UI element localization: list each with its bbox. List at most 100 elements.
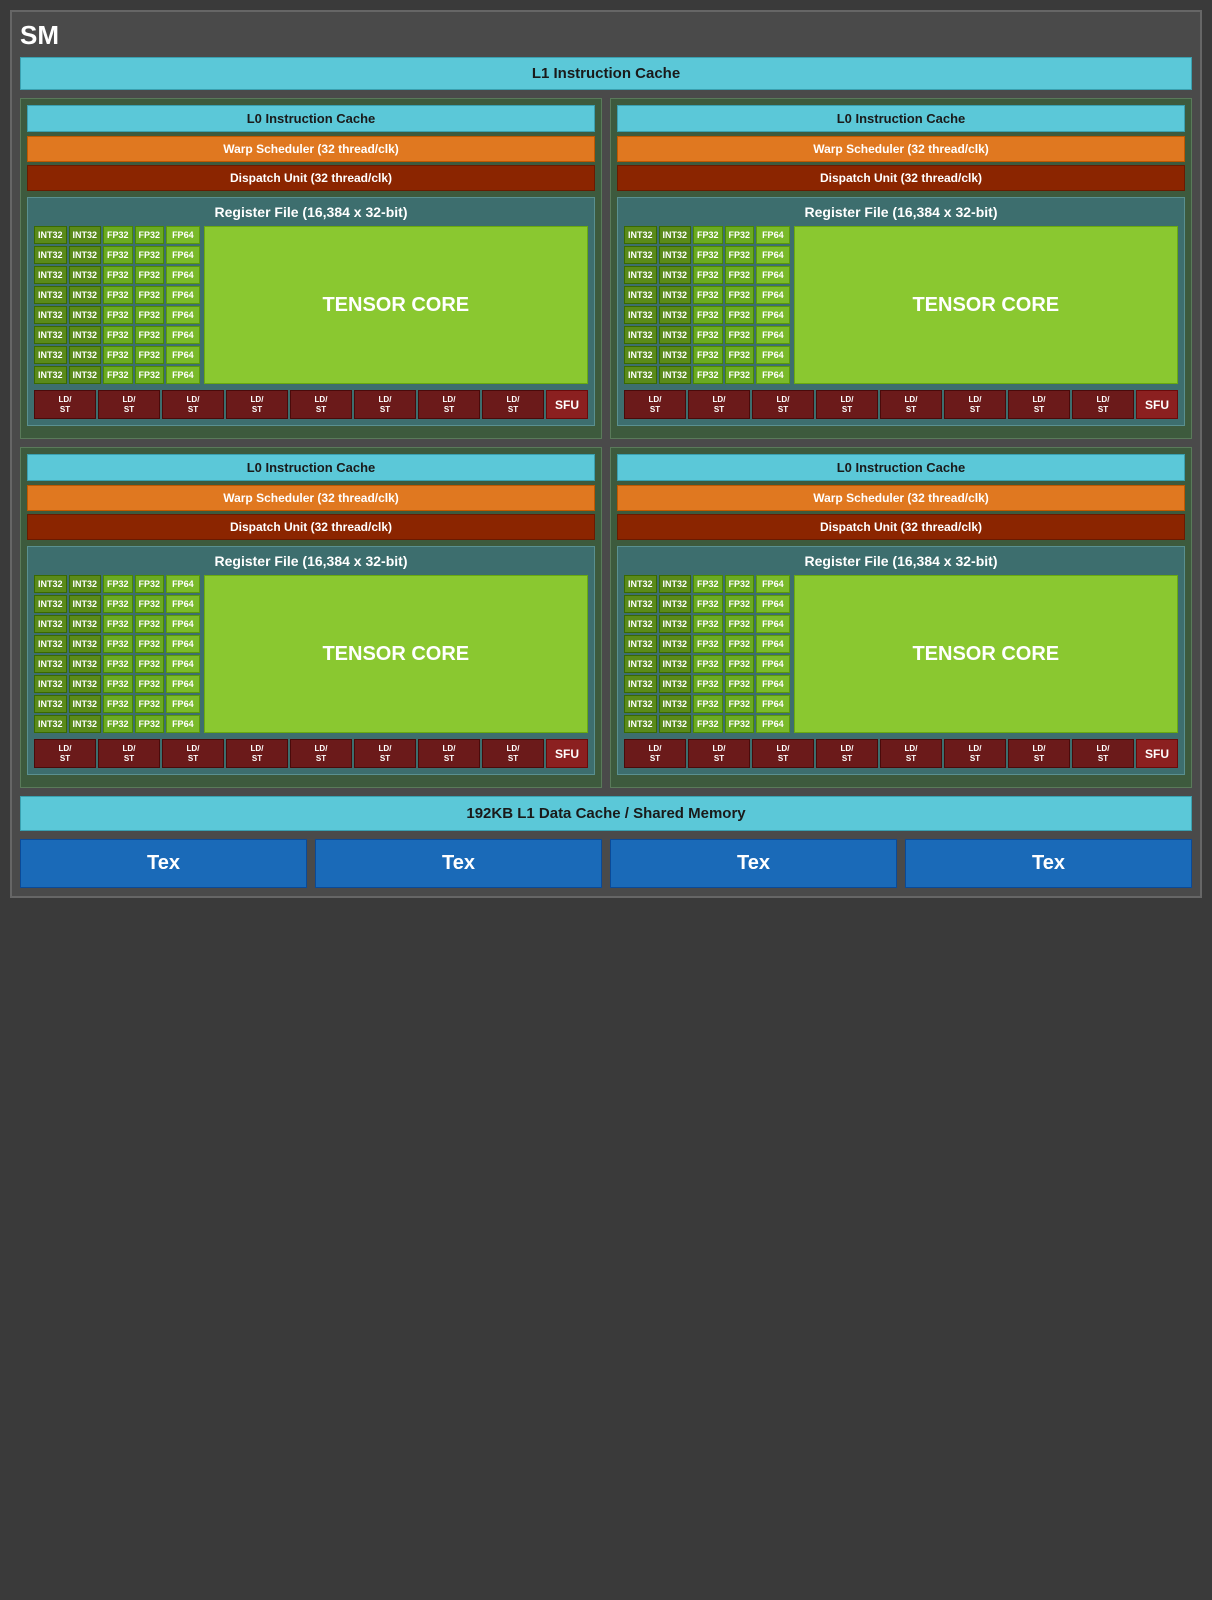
ld-st: LD/ST [752, 390, 814, 419]
int32: INT32 [659, 306, 692, 324]
tensor-core-2: TENSOR CORE [794, 226, 1178, 384]
fp32: FP32 [693, 575, 723, 593]
int32: INT32 [624, 695, 657, 713]
register-file-title-1: Register File (16,384 x 32-bit) [34, 204, 588, 220]
fp32: FP32 [693, 615, 723, 633]
l0-cache-1: L0 Instruction Cache [27, 105, 595, 132]
fp32: FP32 [725, 655, 755, 673]
ld-st: LD/ST [944, 739, 1006, 768]
cu-row: INT32 INT32 FP32 FP32 FP64 [34, 286, 200, 304]
fp64: FP64 [756, 715, 790, 733]
fp32: FP32 [725, 715, 755, 733]
ld-st: LD/ST [816, 390, 878, 419]
fp64: FP64 [756, 575, 790, 593]
cu-row: INT32 INT32 FP32 FP32 FP64 [624, 615, 790, 633]
cu-row: INT32 INT32 FP32 FP32 FP64 [34, 615, 200, 633]
int32: INT32 [624, 326, 657, 344]
sfu-2: SFU [1136, 390, 1178, 419]
ld-st-sfu-row-2: LD/ST LD/ST LD/ST LD/ST LD/ST LD/ST LD/S… [624, 390, 1178, 419]
fp64: FP64 [756, 346, 790, 364]
compute-units-1: INT32 INT32 FP32 FP32 FP64 INT32 INT32 F… [34, 226, 588, 384]
fp32: FP32 [103, 326, 133, 344]
ld-st: LD/ST [290, 390, 352, 419]
register-file-2: Register File (16,384 x 32-bit) INT32 IN… [617, 197, 1185, 426]
l0-cache-4: L0 Instruction Cache [617, 454, 1185, 481]
cu-row: INT32 INT32 FP32 FP32 FP64 [34, 635, 200, 653]
fp32: FP32 [103, 655, 133, 673]
int32: INT32 [659, 635, 692, 653]
fp64: FP64 [756, 635, 790, 653]
l1-data-cache: 192KB L1 Data Cache / Shared Memory [20, 796, 1192, 831]
cu-row: INT32 INT32 FP32 FP32 FP64 [34, 575, 200, 593]
fp32: FP32 [725, 675, 755, 693]
fp64: FP64 [166, 575, 200, 593]
fp32: FP32 [135, 366, 165, 384]
ld-st: LD/ST [752, 739, 814, 768]
int32: INT32 [624, 675, 657, 693]
cu-row: INT32 INT32 FP32 FP32 FP64 [624, 575, 790, 593]
cu-row: INT32 INT32 FP32 FP32 FP64 [624, 695, 790, 713]
warp-scheduler-2: Warp Scheduler (32 thread/clk) [617, 136, 1185, 162]
int32: INT32 [624, 246, 657, 264]
ld-st: LD/ST [354, 390, 416, 419]
int32: INT32 [659, 226, 692, 244]
ld-st: LD/ST [34, 739, 96, 768]
fp32: FP32 [103, 266, 133, 284]
fp32: FP32 [725, 635, 755, 653]
fp32: FP32 [693, 675, 723, 693]
int32: INT32 [34, 635, 67, 653]
register-file-title-2: Register File (16,384 x 32-bit) [624, 204, 1178, 220]
cu-row: INT32 INT32 FP32 FP32 FP64 [34, 595, 200, 613]
fp64: FP64 [166, 615, 200, 633]
tex-1: Tex [20, 839, 307, 888]
sm-container: SM L1 Instruction Cache L0 Instruction C… [10, 10, 1202, 898]
cu-row: INT32 INT32 FP32 FP32 FP64 [624, 675, 790, 693]
int32: INT32 [659, 286, 692, 304]
fp32: FP32 [103, 615, 133, 633]
int32: INT32 [624, 595, 657, 613]
int32: INT32 [624, 615, 657, 633]
fp32: FP32 [103, 675, 133, 693]
cu-rows-2: INT32 INT32 FP32 FP32 FP64 INT32 INT32 F… [624, 226, 790, 384]
fp64: FP64 [756, 615, 790, 633]
fp32: FP32 [693, 306, 723, 324]
warp-scheduler-3: Warp Scheduler (32 thread/clk) [27, 485, 595, 511]
fp32: FP32 [725, 695, 755, 713]
cu-row: INT32 INT32 FP32 FP32 FP64 [624, 346, 790, 364]
int32: INT32 [624, 226, 657, 244]
fp64: FP64 [166, 675, 200, 693]
fp32: FP32 [693, 635, 723, 653]
fp32: FP32 [103, 366, 133, 384]
fp32: FP32 [135, 266, 165, 284]
fp64: FP64 [756, 595, 790, 613]
fp64: FP64 [756, 306, 790, 324]
fp64: FP64 [166, 226, 200, 244]
fp64: FP64 [166, 286, 200, 304]
l0-cache-2: L0 Instruction Cache [617, 105, 1185, 132]
int32: INT32 [34, 326, 67, 344]
int32: INT32 [659, 695, 692, 713]
fp32: FP32 [725, 326, 755, 344]
cu-rows-3: INT32 INT32 FP32 FP32 FP64 INT32 INT32 F… [34, 575, 200, 733]
fp32: FP32 [135, 346, 165, 364]
fp32: FP32 [135, 226, 165, 244]
fp32: FP32 [725, 246, 755, 264]
int32: INT32 [624, 306, 657, 324]
fp32: FP32 [693, 366, 723, 384]
dispatch-unit-1: Dispatch Unit (32 thread/clk) [27, 165, 595, 191]
int32: INT32 [34, 595, 67, 613]
fp32: FP32 [135, 715, 165, 733]
cu-row: INT32 INT32 FP32 FP32 FP64 [34, 366, 200, 384]
cu-row: INT32 INT32 FP32 FP32 FP64 [34, 226, 200, 244]
fp32: FP32 [693, 655, 723, 673]
l0-cache-3: L0 Instruction Cache [27, 454, 595, 481]
int32: INT32 [34, 575, 67, 593]
fp32: FP32 [103, 575, 133, 593]
fp64: FP64 [756, 675, 790, 693]
sm-title: SM [20, 20, 1192, 51]
int32: INT32 [69, 695, 102, 713]
ld-st: LD/ST [688, 390, 750, 419]
ld-st: LD/ST [226, 390, 288, 419]
ld-st: LD/ST [688, 739, 750, 768]
ld-st: LD/ST [1072, 390, 1134, 419]
